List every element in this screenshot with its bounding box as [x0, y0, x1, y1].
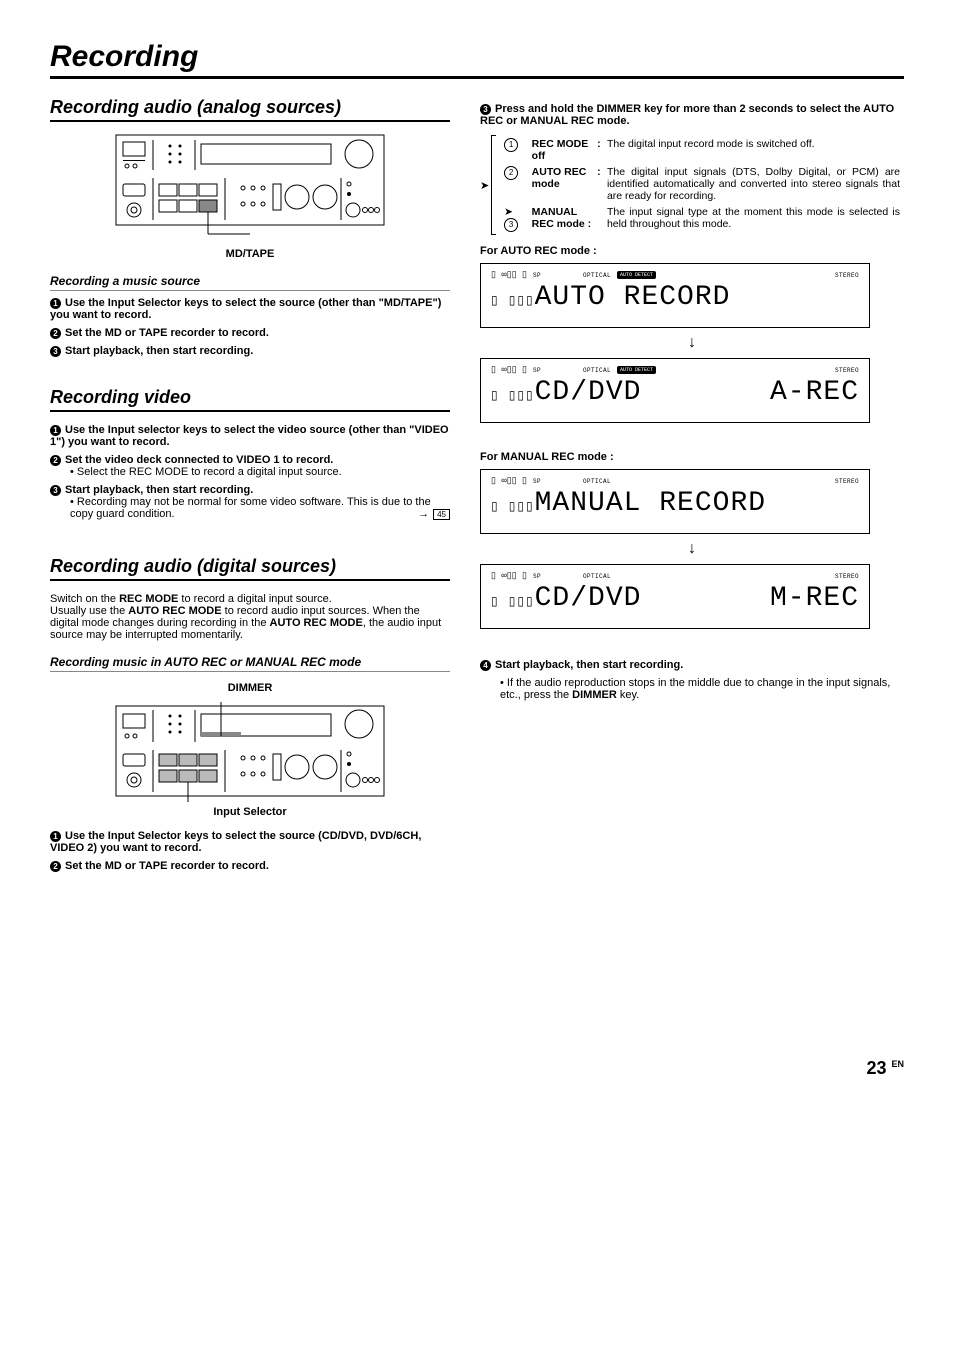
digital-intro: Switch on the REC MODE to record a digit… [50, 593, 450, 641]
step-3-1: 1Use the Input Selector keys to select t… [50, 830, 450, 854]
page-number: 23 EN [50, 1058, 904, 1079]
step-3-2: 2Set the MD or TAPE recorder to record. [50, 860, 450, 872]
diagram-caption-md-tape: MD/TAPE [50, 248, 450, 260]
for-auto-label: For AUTO REC mode : [480, 245, 597, 257]
left-column: Recording audio (analog sources) [50, 97, 450, 878]
speaker-icon: ▯ ∞▯▯ ▯ [491, 477, 527, 486]
section-recording-analog-title: Recording audio (analog sources) [50, 97, 450, 122]
subheading-music-source: Recording a music source [50, 274, 450, 291]
rec-mode-list: ➤ 1 REC MODE off : The digital input rec… [480, 135, 904, 235]
step-4-sub: • If the audio reproduction stops in the… [500, 677, 904, 701]
page-title: Recording [50, 40, 904, 79]
step-2-1: 1Use the Input selector keys to select t… [50, 424, 450, 448]
step-2-3: 3Start playback, then start recording. •… [50, 484, 450, 520]
speaker-icon: ▯ ∞▯▯ ▯ [491, 271, 527, 280]
step-4: 4Start playback, then start recording. [480, 659, 904, 671]
for-manual-label: For MANUAL REC mode : [480, 451, 614, 463]
step-2-3-sub: • Recording may not be normal for some v… [70, 496, 450, 520]
mode-off-label: REC MODE off [532, 138, 589, 162]
speaker-icon: ▯ ∞▯▯ ▯ [491, 366, 527, 375]
down-arrow-icon: ↓ [480, 334, 904, 352]
receiver-diagram-dimmer [115, 702, 385, 802]
step-2-2-sub: • Select the REC MODE to record a digita… [70, 466, 450, 478]
receiver-diagram-md-tape [115, 134, 385, 244]
mode-manual-label: MANUAL REC mode : [532, 206, 592, 230]
lcd-cddvd-arec: ▯ ∞▯▯ ▯ SP OPTICAL AUTO DETECT STEREO ▯ … [480, 358, 870, 423]
page-ref-45: 45 [433, 509, 450, 520]
step-1-1: 1Use the Input Selector keys to select t… [50, 297, 450, 321]
lcd-optical-label: OPTICAL [583, 272, 611, 279]
section-recording-video-title: Recording video [50, 387, 450, 412]
down-arrow-icon: ↓ [480, 540, 904, 558]
step-2-2: 2Set the video deck connected to VIDEO 1… [50, 454, 450, 478]
step-3-3: 3Press and hold the DIMMER key for more … [480, 103, 904, 127]
lcd-stereo-label: STEREO [835, 272, 859, 279]
mode-manual-desc: The input signal type at the moment this… [605, 205, 902, 233]
mode-auto-desc: The digital input signals (DTS, Dolby Di… [605, 165, 902, 203]
speaker-icon: ▯ ∞▯▯ ▯ [491, 572, 527, 581]
lcd-auto-record: ▯ ∞▯▯ ▯ SP OPTICAL AUTO DETECT STEREO ▯ … [480, 263, 870, 328]
lcd-auto-detect-pill: AUTO DETECT [617, 271, 656, 279]
mode-auto-label: AUTO REC mode [532, 166, 587, 190]
lcd-cddvd-mrec: ▯ ∞▯▯ ▯ SP OPTICAL STEREO ▯ ▯▯▯CD/DVD M-… [480, 564, 870, 629]
step-1-2: 2Set the MD or TAPE recorder to record. [50, 327, 450, 339]
right-column: 3Press and hold the DIMMER key for more … [480, 97, 904, 878]
mode-off-desc: The digital input record mode is switche… [605, 137, 902, 163]
subheading-auto-manual-rec: Recording music in AUTO REC or MANUAL RE… [50, 655, 450, 672]
diagram-caption-input-selector: Input Selector [50, 806, 450, 818]
diagram-caption-dimmer: DIMMER [50, 682, 450, 694]
step-1-3: 3Start playback, then start recording. [50, 345, 450, 357]
lcd-manual-record: ▯ ∞▯▯ ▯ SP OPTICAL STEREO ▯ ▯▯▯MANUAL RE… [480, 469, 870, 534]
section-recording-digital-title: Recording audio (digital sources) [50, 556, 450, 581]
